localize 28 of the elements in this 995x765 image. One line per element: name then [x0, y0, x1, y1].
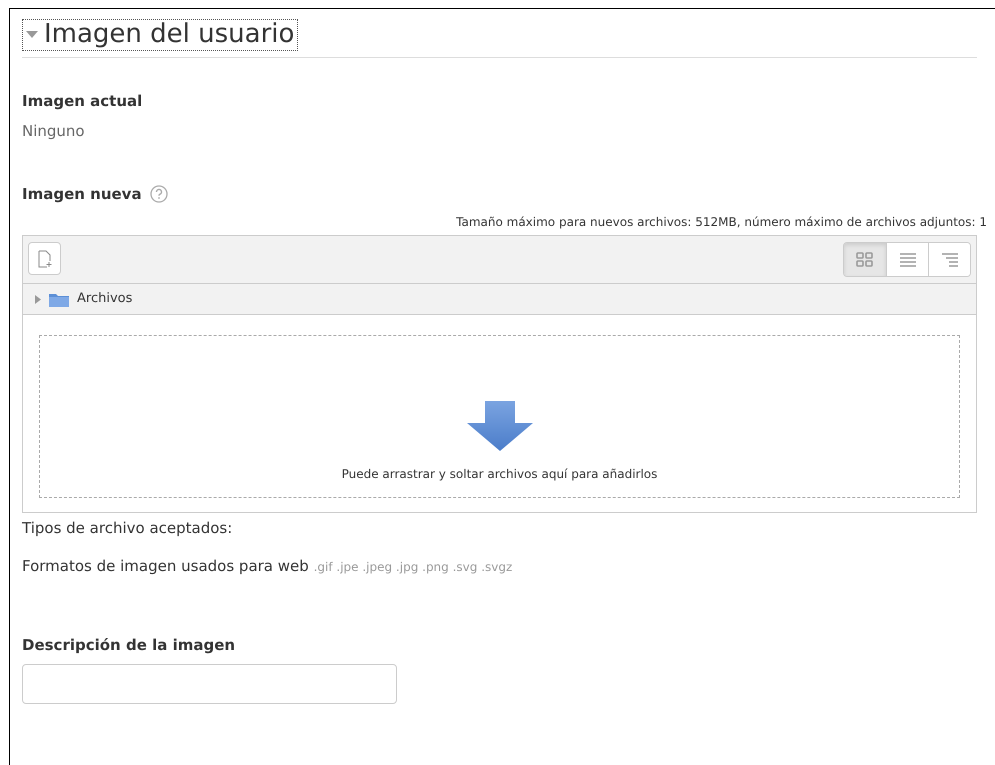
drop-zone[interactable]: Puede arrastrar y soltar archivos aquí para añadirlos	[39, 334, 960, 498]
down-arrow-icon	[466, 400, 532, 451]
expand-arrow-icon[interactable]	[35, 294, 41, 304]
list-view-icon	[898, 252, 916, 268]
folder-icon	[49, 292, 69, 307]
field-label: Tipos de archivo aceptados:	[22, 518, 234, 539]
tree-view-button[interactable]	[928, 243, 970, 276]
field-label: Imagen nueva	[22, 184, 142, 205]
help-icon[interactable]	[150, 185, 168, 204]
section-title: Imagen del usuario	[44, 20, 294, 50]
add-file-icon	[36, 250, 52, 268]
field-label: Imagen actual	[22, 90, 144, 112]
icons-view-icon	[856, 252, 874, 268]
upload-limits: Tamaño máximo para nuevos archivos: 512MB, número máximo de archivos adjuntos: 1	[455, 214, 987, 232]
file-extensions: .gif .jpe .jpeg .jpg .png .svg .svgz	[314, 560, 512, 574]
folder-path-link[interactable]: Archivos	[77, 289, 132, 309]
list-view-button[interactable]	[886, 243, 928, 276]
file-type-name: Formatos de imagen usados para web	[22, 557, 309, 576]
view-mode-switch[interactable]	[843, 242, 971, 278]
field-value: Ninguno	[22, 121, 86, 142]
drop-hint: Puede arrastrar y soltar archivos aquí para añadirlos	[342, 466, 658, 483]
field-label: Descripción de la imagen	[22, 634, 236, 656]
tree-view-icon	[940, 252, 958, 268]
description-input[interactable]	[22, 664, 397, 704]
add-file-button[interactable]	[28, 242, 61, 276]
icons-view-button[interactable]	[844, 243, 886, 276]
collapse-caret-icon	[26, 30, 38, 39]
section-toggle[interactable]: Imagen del usuario	[22, 19, 298, 51]
